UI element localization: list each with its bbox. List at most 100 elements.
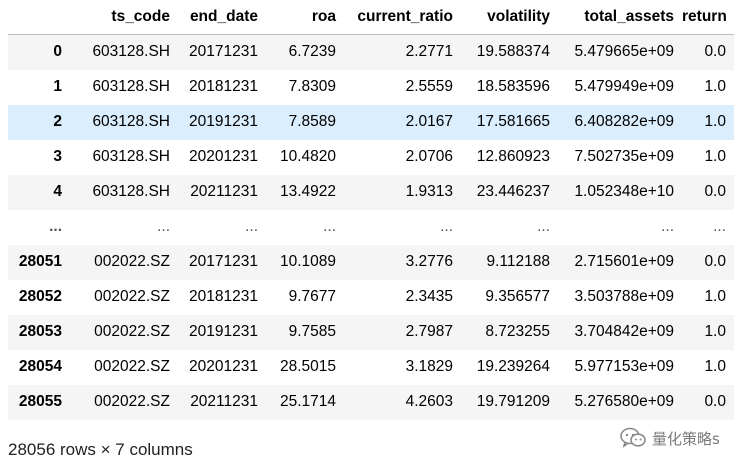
cell-current-ratio: 3.2776 [405, 253, 453, 270]
cell-roa: ... [323, 218, 336, 235]
cell-roa: 13.4922 [279, 183, 336, 200]
wechat-icon [620, 427, 646, 449]
row-index: 28053 [18, 323, 62, 340]
cell-end-date: 20211231 [190, 183, 258, 200]
row-index: 28051 [18, 253, 62, 270]
cell-ts-code: 603128.SH [92, 78, 170, 95]
cell-end-date: 20181231 [189, 78, 258, 95]
cell-current-ratio: 2.2771 [405, 43, 453, 61]
cell-roa: 9.7677 [288, 288, 336, 305]
column-header-volatility: volatility [461, 0, 558, 35]
row-index: 2 [53, 113, 62, 130]
cell-ts-code: 002022.SZ [94, 393, 170, 410]
column-header-ts-code: ts_code [70, 0, 178, 35]
cell-current-ratio: 2.3435 [405, 288, 453, 305]
cell-current-ratio: 2.0167 [405, 113, 453, 130]
cell-current-ratio: 3.1829 [405, 358, 453, 375]
cell-ts-code: 603128.SH [92, 43, 170, 61]
table-row: 3 603128.SH 20201231 10.4820 2.0706 12.860923… [8, 139, 734, 175]
cell-current-ratio: 2.7987 [405, 323, 453, 340]
row-index: 28055 [18, 393, 62, 410]
cell-current-ratio: ... [440, 218, 453, 235]
table-row: 4 603128.SH 20211231 13.4922 1.9313 23.446237… [8, 174, 734, 210]
cell-return: 0.0 [704, 183, 726, 200]
cell-volatility: 18.583596 [476, 78, 550, 95]
cell-return: 0.0 [704, 253, 726, 270]
cell-volatility: ... [537, 218, 550, 235]
column-header-end-date: end_date [178, 0, 266, 35]
cell-return: 1.0 [704, 148, 726, 165]
cell-current-ratio: 2.0706 [405, 148, 453, 165]
cell-current-ratio: 2.5559 [405, 78, 453, 95]
row-index: 0 [53, 43, 62, 61]
cell-total-assets: 1.052348e+10 [574, 183, 674, 200]
cell-current-ratio: 1.9313 [405, 183, 453, 200]
row-index: ... [49, 218, 62, 235]
cell-end-date: 20211231 [190, 393, 258, 410]
cell-end-date: ... [245, 218, 258, 235]
table-row: 1 603128.SH 20181231 7.8309 2.5559 18.583596 5… [8, 69, 734, 105]
column-header-roa: roa [266, 0, 344, 35]
cell-total-assets: 3.704842e+09 [574, 323, 674, 340]
cell-volatility: 19.588374 [476, 43, 550, 61]
cell-roa: 7.8589 [288, 113, 336, 130]
row-index: 3 [53, 148, 62, 165]
table-body: 0 603128.SH 20171231 6.7239 2.2771 19.588374 5… [8, 34, 734, 420]
table-header: ts_code end_date roa current_ratio volat… [8, 0, 734, 35]
dataframe-table: ts_code end_date roa current_ratio volat… [8, 0, 734, 420]
table-row: 28055 002022.SZ 20211231 25.1714 4.2603 19.79… [8, 384, 734, 420]
cell-roa: 9.7585 [288, 323, 336, 340]
cell-total-assets: 2.715601e+09 [574, 253, 674, 270]
cell-volatility: 12.860923 [476, 148, 550, 165]
cell-return: 1.0 [704, 323, 726, 340]
cell-total-assets: 5.479665e+09 [574, 43, 674, 61]
row-index: 1 [53, 78, 62, 95]
column-header-total-assets: total_assets [558, 0, 682, 35]
cell-ts-code: 002022.SZ [94, 358, 170, 375]
cell-ts-code: 603128.SH [92, 183, 170, 200]
cell-total-assets: 3.503788e+09 [574, 288, 674, 305]
cell-return: 0.0 [704, 43, 726, 61]
cell-volatility: 23.446237 [476, 183, 550, 200]
cell-volatility: 19.239264 [476, 358, 550, 375]
cell-volatility: 8.723255 [485, 323, 550, 340]
cell-end-date: 20181231 [189, 288, 258, 305]
table-row: 28054 002022.SZ 20201231 28.5015 3.1829 19.23… [8, 349, 734, 385]
cell-return: 1.0 [704, 78, 726, 95]
ellipsis-row: ........................ [8, 209, 734, 245]
cell-roa: 10.1089 [279, 253, 336, 270]
cell-ts-code: 603128.SH [92, 113, 170, 130]
cell-ts-code: 002022.SZ [94, 323, 170, 340]
cell-volatility: 9.112188 [486, 253, 551, 270]
cell-end-date: 20201231 [189, 148, 258, 165]
watermark: 量化策略s [620, 427, 720, 449]
cell-total-assets: 5.276580e+09 [574, 393, 674, 410]
cell-end-date: 20171231 [189, 43, 258, 61]
cell-end-date: 20191231 [189, 113, 258, 130]
cell-end-date: 20191231 [189, 323, 258, 340]
cell-total-assets: 7.502735e+09 [574, 148, 674, 165]
cell-total-assets: ... [661, 218, 674, 235]
cell-volatility: 17.581665 [476, 113, 550, 130]
row-index: 28054 [18, 358, 62, 375]
row-index: 28052 [18, 288, 62, 305]
cell-return: ... [713, 218, 726, 235]
cell-end-date: 20171231 [189, 253, 258, 270]
cell-current-ratio: 4.2603 [405, 393, 453, 410]
table-row: 28052 002022.SZ 20181231 9.7677 2.3435 9.3565… [8, 279, 734, 315]
column-header-return: return [682, 0, 734, 35]
index-header [8, 0, 70, 35]
cell-return: 1.0 [704, 288, 726, 305]
cell-total-assets: 5.977153e+09 [574, 358, 674, 375]
table-row: 2 603128.SH 20191231 7.8589 2.0167 17.581665 6… [8, 104, 734, 140]
cell-roa: 25.1714 [279, 393, 336, 410]
cell-total-assets: 5.479949e+09 [574, 78, 674, 95]
cell-total-assets: 6.408282e+09 [574, 113, 674, 130]
row-index: 4 [53, 183, 62, 200]
dataframe-output: ts_code end_date roa current_ratio volat… [0, 0, 750, 464]
cell-volatility: 9.356577 [485, 288, 550, 305]
cell-ts-code: 002022.SZ [94, 288, 170, 305]
cell-roa: 7.8309 [288, 78, 336, 95]
column-header-current-ratio: current_ratio [344, 0, 461, 35]
cell-end-date: 20201231 [189, 358, 258, 375]
